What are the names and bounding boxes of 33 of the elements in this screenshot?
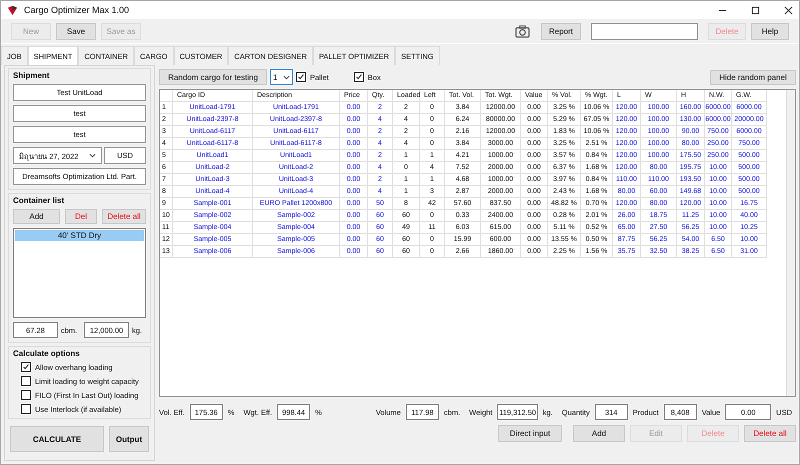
container-button[interactable]: Add (13, 209, 60, 224)
maximize-icon[interactable] (751, 6, 760, 14)
random-cargo-button[interactable]: Random cargo for testing (159, 69, 267, 85)
chevron-down-icon (88, 153, 96, 158)
close-icon[interactable] (784, 6, 793, 14)
calculate-button[interactable]: CALCULATE (10, 426, 104, 452)
container-button[interactable]: Delete all (102, 209, 146, 224)
group-title: Shipment (13, 71, 50, 80)
action-button[interactable]: Add (573, 425, 625, 442)
window-title: Cargo Optimizer Max 1.00 (24, 5, 130, 15)
checkbox[interactable] (21, 390, 31, 400)
checkbox[interactable] (296, 72, 306, 82)
toolbar-button[interactable]: Help (751, 22, 789, 40)
action-button[interactable]: Delete all (744, 425, 796, 442)
report-button[interactable]: Report (541, 22, 581, 40)
hide-panel-button[interactable]: Hide random panel (710, 70, 796, 84)
scrollbar[interactable] (786, 90, 795, 396)
camera-icon[interactable] (515, 24, 530, 38)
checkbox[interactable] (21, 404, 31, 414)
chevron-down-icon (283, 74, 290, 80)
container-button[interactable]: Del (65, 209, 97, 224)
count-dropdown[interactable]: 1 (270, 69, 293, 85)
action-button[interactable]: Direct input (498, 425, 562, 442)
app-logo-icon (7, 4, 18, 16)
output-button[interactable]: Output (109, 426, 149, 452)
group-title: Calculate options (13, 349, 81, 358)
checkbox[interactable] (21, 362, 31, 372)
container-list-item[interactable]: 40' STD Dry (15, 230, 144, 241)
search-field[interactable] (591, 22, 698, 40)
checkbox[interactable] (21, 376, 31, 386)
group-title: Container list (13, 196, 66, 205)
toolbar-button[interactable]: Save (56, 22, 96, 40)
checkbox[interactable] (354, 72, 364, 82)
